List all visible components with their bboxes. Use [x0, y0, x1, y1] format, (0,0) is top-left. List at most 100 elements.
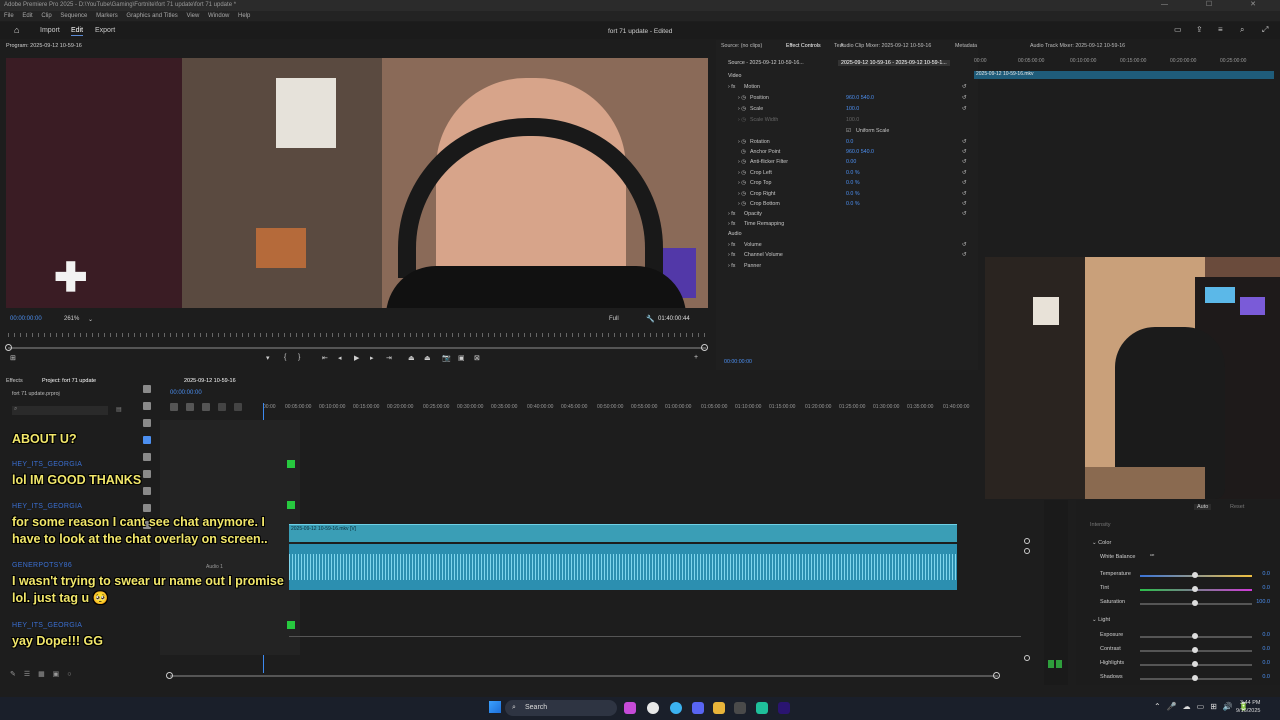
- pencil-icon[interactable]: ✎: [10, 671, 16, 678]
- go-to-out-icon[interactable]: ⇥: [386, 354, 392, 362]
- auto-button[interactable]: Auto: [1194, 504, 1212, 510]
- source-select[interactable]: Source - 2025-09-12 10-59-16...: [728, 60, 804, 66]
- reset-button[interactable]: Reset: [1230, 504, 1244, 510]
- app-icon[interactable]: [647, 702, 659, 714]
- menu-edit[interactable]: Edit: [22, 13, 32, 19]
- scrubber-handle-right[interactable]: [701, 344, 708, 351]
- slider-shadows[interactable]: Shadows 0.0: [1100, 674, 1270, 684]
- sequence-ruler[interactable]: 00:00 00:05:00:00 00:10:00:00 00:15:00:0…: [263, 403, 983, 413]
- marker-add-icon[interactable]: [218, 403, 226, 411]
- slider-exposure[interactable]: Exposure 0.0: [1100, 632, 1270, 642]
- mark-in-icon[interactable]: {: [284, 354, 286, 361]
- fx-crop-top[interactable]: › ◷ Crop Top 0.0 % ↺: [716, 178, 978, 188]
- workspaces-icon[interactable]: ▭: [1174, 25, 1182, 34]
- go-to-in-icon[interactable]: ⇤: [322, 354, 328, 362]
- program-timecode[interactable]: 00:00:00:00: [10, 316, 42, 322]
- eyedropper-icon[interactable]: ✑: [1150, 553, 1155, 559]
- sequence-tab[interactable]: 2025-09-12 10-59-16: [184, 378, 236, 384]
- tab-effects[interactable]: Effects: [6, 378, 23, 384]
- fx-time-remapping[interactable]: › fx Time Remapping: [716, 219, 978, 229]
- menu-graphics[interactable]: Graphics and Titles: [126, 13, 177, 19]
- export-frame-icon[interactable]: 📷: [442, 354, 451, 362]
- chrome-icon[interactable]: [670, 702, 682, 714]
- fx-crop-bottom[interactable]: › ◷ Crop Bottom 0.0 % ↺: [716, 199, 978, 209]
- fx-uniform-scale[interactable]: ☑ Uniform Scale: [716, 126, 978, 136]
- slider-saturation[interactable]: Saturation 100.0: [1100, 599, 1270, 609]
- menu-window[interactable]: Window: [208, 13, 229, 19]
- project-search-input[interactable]: ⌕: [12, 406, 108, 415]
- scroll-handle[interactable]: [1024, 538, 1030, 544]
- fx-volume[interactable]: › fx Volume ↺: [716, 240, 978, 250]
- tab-audio-clip-mixer[interactable]: Audio Clip Mixer: 2025-09-12 10-59-16: [840, 43, 931, 49]
- tab-metadata[interactable]: Metadata: [955, 43, 977, 49]
- tab-effect-controls[interactable]: Effect Controls: [786, 43, 821, 49]
- fx-panner[interactable]: › fx Panner: [716, 261, 978, 271]
- fx-position[interactable]: › ◷ Position 960.0 540.0 ↺: [716, 93, 978, 103]
- slider-tint[interactable]: Tint 0.0: [1100, 585, 1270, 595]
- wrench-icon[interactable]: 🔧: [646, 315, 655, 323]
- tab-edit[interactable]: Edit: [71, 27, 84, 36]
- scrubber-handle-left[interactable]: [5, 344, 12, 351]
- comparison-icon[interactable]: ▣: [458, 354, 465, 362]
- track-select-tool-icon[interactable]: [143, 402, 151, 410]
- app-icon[interactable]: [756, 702, 768, 714]
- fx-channel-volume[interactable]: › fx Channel Volume ↺: [716, 250, 978, 260]
- freeform-view-icon[interactable]: ▣: [53, 671, 60, 678]
- fx-anti-flicker[interactable]: › ◷ Anti-flicker Filter 0.00 ↺: [716, 157, 978, 167]
- extract-icon[interactable]: ⏏: [424, 354, 431, 362]
- settings-icon[interactable]: ⊞: [10, 354, 16, 362]
- snap-icon[interactable]: [186, 403, 194, 411]
- vr-icon[interactable]: ⊠: [474, 354, 480, 362]
- sequence-timecode[interactable]: 00:00:00:00: [170, 390, 202, 396]
- menu-sequence[interactable]: Sequence: [60, 13, 87, 19]
- file-explorer-icon[interactable]: [713, 702, 725, 714]
- start-icon[interactable]: [489, 701, 501, 713]
- menu-view[interactable]: View: [186, 13, 199, 19]
- list-view-icon[interactable]: ☰: [24, 671, 30, 678]
- ec-mini-clip[interactable]: 2025-09-12 10-59-16.mkv: [974, 71, 1274, 79]
- taskbar-clock[interactable]: 3:44 PM 9/16/2025: [1236, 699, 1260, 715]
- light-section[interactable]: ⌄ Light: [1092, 617, 1110, 623]
- slider-contrast[interactable]: Contrast 0.0: [1100, 646, 1270, 656]
- premiere-icon[interactable]: [778, 702, 790, 714]
- menu-clip[interactable]: Clip: [41, 13, 51, 19]
- tab-export[interactable]: Export: [95, 27, 115, 34]
- lift-icon[interactable]: ⏏: [408, 354, 415, 362]
- fx-crop-right[interactable]: › ◷ Crop Right 0.0 % ↺: [716, 189, 978, 199]
- search-icon[interactable]: ⌕: [1240, 25, 1244, 35]
- menu-markers[interactable]: Markers: [96, 13, 118, 19]
- new-bin-icon[interactable]: ▤: [116, 406, 122, 413]
- ec-mini-ruler[interactable]: 00:00 00:05:00:00 00:10:00:00 00:15:00:0…: [974, 58, 1280, 68]
- fx-crop-left[interactable]: › ◷ Crop Left 0.0 % ↺: [716, 168, 978, 178]
- step-back-icon[interactable]: ◂: [338, 354, 342, 362]
- play-icon[interactable]: ▶: [354, 354, 359, 362]
- add-button-icon[interactable]: +: [694, 354, 698, 361]
- tab-project[interactable]: Project: fort 71 update: [42, 378, 96, 384]
- clip-select[interactable]: 2025-09-12 10-59-16 - 2025-09-12 10-59-1…: [838, 60, 950, 66]
- tab-import[interactable]: Import: [40, 27, 60, 34]
- video-clip[interactable]: 2025-09-12 10-59-16.mkv [V]: [289, 524, 957, 542]
- monitor-ruler[interactable]: [8, 333, 708, 337]
- menu-file[interactable]: File: [4, 13, 14, 19]
- window-controls[interactable]: — ☐ ✕: [1161, 0, 1274, 8]
- linked-icon[interactable]: [202, 403, 210, 411]
- tab-text[interactable]: Text: [834, 43, 844, 49]
- mark-out-icon[interactable]: }: [298, 354, 300, 361]
- scrollbar-handle-left[interactable]: [166, 672, 173, 679]
- icon-view-icon[interactable]: ▦: [38, 671, 45, 678]
- taskbar-search[interactable]: ⌕ Search: [505, 700, 617, 716]
- color-section[interactable]: ⌄ Color: [1092, 540, 1111, 546]
- timeline-scrollbar[interactable]: [170, 675, 998, 677]
- copilot-icon[interactable]: [624, 702, 636, 714]
- discord-icon[interactable]: [692, 702, 704, 714]
- tab-audio-track-mixer[interactable]: Audio Track Mixer: 2025-09-12 10-59-16: [1030, 43, 1125, 49]
- selection-tool-icon[interactable]: [143, 385, 151, 393]
- home-icon[interactable]: ⌂: [14, 25, 19, 35]
- program-monitor-title[interactable]: Program: 2025-09-12 10-59-16: [6, 43, 82, 49]
- fx-scale[interactable]: › ◷ Scale 100.0 ↺: [716, 104, 978, 114]
- resolution-select[interactable]: Full: [609, 316, 619, 322]
- calculator-icon[interactable]: [734, 702, 746, 714]
- fx-rotation[interactable]: › ◷ Rotation 0.0 ↺: [716, 137, 978, 147]
- slider-temperature[interactable]: Temperature 0.0: [1100, 571, 1270, 581]
- monitor-scrubber[interactable]: [8, 347, 706, 349]
